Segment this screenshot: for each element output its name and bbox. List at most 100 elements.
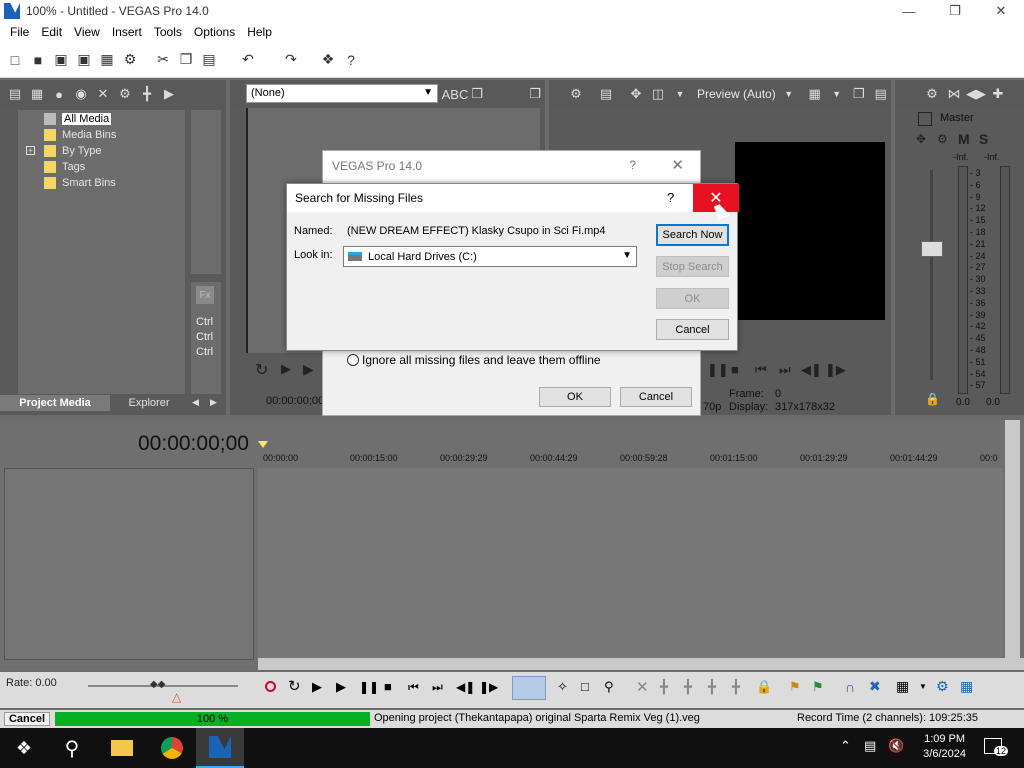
menu-tools[interactable]: Tools — [148, 25, 188, 39]
menu-edit[interactable]: Edit — [35, 25, 68, 39]
lock-icon[interactable]: 🔒 — [925, 392, 940, 406]
timeline-right-scrollbar[interactable] — [1005, 420, 1020, 660]
search-cancel-button[interactable]: Cancel — [656, 319, 729, 340]
new-icon[interactable]: □ — [6, 51, 24, 69]
record-icon[interactable] — [265, 681, 276, 692]
outer-ok-button[interactable]: OK — [539, 387, 611, 407]
dim-output-icon[interactable]: ◀▶ — [966, 85, 986, 103]
master-gear-icon[interactable]: ⚙ — [937, 132, 948, 146]
chevron-down-icon[interactable]: ▼ — [919, 682, 927, 691]
network-icon[interactable]: ▤ — [864, 738, 876, 754]
import-media-icon[interactable]: ▤ — [6, 85, 24, 103]
save-as-icon[interactable]: ▣ — [75, 51, 93, 69]
lookin-dropdown[interactable]: Local Hard Drives (C:) ▼ — [343, 246, 637, 267]
normal-edit-tool-icon[interactable] — [512, 676, 546, 700]
ignore-event-grouping-icon[interactable]: ▦ — [960, 678, 973, 695]
split-screen-icon[interactable]: ◫ — [649, 85, 667, 103]
dialog-close-icon[interactable]: ✕ — [671, 156, 684, 174]
outer-cancel-button[interactable]: Cancel — [620, 387, 692, 407]
search-now-button[interactable]: Search Now — [656, 224, 729, 246]
downmix-icon[interactable]: ⋈ — [945, 85, 963, 103]
capture-icon[interactable]: ▦ — [28, 85, 46, 103]
rate-slider-handle[interactable]: ◆◆ — [150, 679, 165, 690]
get-media-icon[interactable]: ● — [50, 85, 68, 103]
pause-icon[interactable]: ❚❚ — [707, 362, 729, 378]
ignore-missing-radio[interactable] — [347, 354, 359, 366]
snapping-magnet-icon[interactable]: ∩ — [845, 679, 855, 695]
prev-frame-icon[interactable]: ⏮ — [755, 362, 767, 378]
web-icon[interactable]: ◉ — [72, 85, 90, 103]
envelope-tool-icon[interactable]: ✧ — [557, 679, 568, 695]
preview-settings-gear-icon[interactable]: ⚙ — [567, 85, 585, 103]
dialog-help-button[interactable]: ? — [629, 158, 636, 172]
vegas-taskbar-icon[interactable] — [196, 728, 244, 768]
chrome-icon[interactable] — [148, 728, 196, 768]
step-back-icon[interactable]: ◀❚ — [801, 362, 822, 378]
stop-search-button[interactable]: Stop Search — [656, 256, 729, 277]
render-icon[interactable]: ▦ — [98, 51, 116, 69]
go-to-start-icon[interactable]: ⏮ — [408, 680, 419, 695]
master-pan-icon[interactable]: ✥ — [916, 132, 926, 146]
menu-insert[interactable]: Insert — [106, 25, 148, 39]
tab-scroll-left-icon[interactable]: ◀ — [192, 397, 199, 408]
expand-icon[interactable]: + — [26, 146, 35, 155]
trim-end-icon[interactable]: ╋ — [708, 679, 716, 695]
chevron-down-icon[interactable]: ▼ — [671, 85, 689, 103]
zoom-tool-icon[interactable]: ⚲ — [604, 679, 614, 695]
trim-start-icon[interactable]: ╋ — [684, 679, 692, 695]
master-settings-gear-icon[interactable]: ⚙ — [923, 85, 941, 103]
paste-icon[interactable]: ▤ — [200, 51, 218, 69]
lock-envelopes-icon[interactable]: ⚙ — [936, 678, 949, 695]
split-icon[interactable]: ╋ — [138, 85, 156, 103]
copy-icon[interactable]: ❐ — [177, 51, 195, 69]
status-cancel-button[interactable]: Cancel — [4, 712, 50, 726]
ripple-edit-icon[interactable]: ▦ — [896, 678, 909, 695]
auto-crossfade-icon[interactable]: ✖ — [869, 678, 881, 695]
search-ok-button[interactable]: OK — [656, 288, 729, 309]
selection-tool-icon[interactable]: □ — [581, 679, 589, 694]
region-icon[interactable]: ⚑ — [812, 679, 824, 695]
master-bus-fx-icon[interactable] — [918, 112, 932, 126]
overlays-grid-icon[interactable]: ▦ — [806, 85, 824, 103]
tab-explorer[interactable]: Explorer — [116, 395, 182, 411]
tree-item-media-bins[interactable]: Media Bins — [18, 127, 185, 143]
marker-icon[interactable]: ⚑ — [789, 679, 801, 695]
trimmer-tools-icon[interactable]: ❐ — [468, 85, 486, 103]
play-from-start-icon[interactable]: ▶ — [312, 679, 322, 695]
trim-icon[interactable]: ╋ — [660, 679, 668, 695]
open-icon[interactable]: ■ — [29, 51, 47, 69]
tree-item-smart-bins[interactable]: Smart Bins — [18, 175, 185, 191]
delete-icon[interactable]: ✕ — [94, 85, 112, 103]
timeline-horizontal-scrollbar[interactable] — [258, 658, 1024, 670]
copy-snapshot-icon[interactable]: ❐ — [850, 85, 868, 103]
next-frame-icon[interactable]: ⏭ — [779, 362, 791, 378]
redo-icon[interactable]: ↷ — [282, 51, 300, 69]
fx-icon[interactable]: Fx — [196, 286, 214, 304]
save-icon[interactable]: ▣ — [52, 51, 70, 69]
chevron-down-icon[interactable]: ▼ — [828, 85, 846, 103]
file-explorer-icon[interactable] — [98, 728, 146, 768]
stop-icon[interactable]: ■ — [384, 679, 392, 694]
search-dialog-help-button[interactable]: ? — [667, 190, 674, 205]
mute-button[interactable]: M — [958, 131, 970, 147]
lock-event-icon[interactable]: 🔒 — [756, 679, 772, 695]
play-icon[interactable]: ▶ — [336, 679, 346, 695]
trimmer-options-icon[interactable]: ❐ — [526, 85, 544, 103]
media-fx-icon[interactable]: ⚙ — [116, 85, 134, 103]
stop-icon[interactable]: ■ — [731, 362, 739, 377]
external-monitor-icon[interactable]: ▤ — [597, 85, 615, 103]
next-frame-icon[interactable]: ❚▶ — [479, 680, 498, 694]
trimmer-play-from-start-icon[interactable]: ▶ — [281, 361, 291, 377]
tree-item-tags[interactable]: Tags — [18, 159, 185, 175]
preview-quality-dropdown[interactable]: Preview (Auto) — [697, 87, 776, 101]
whats-this-help-icon[interactable]: ? — [342, 51, 360, 69]
menu-file[interactable]: File — [4, 25, 35, 39]
master-fader-handle[interactable] — [921, 241, 943, 257]
maximize-button[interactable]: ❐ — [932, 0, 978, 22]
properties-gear-icon[interactable]: ⚙ — [121, 51, 139, 69]
menu-help[interactable]: Help — [241, 25, 278, 39]
menu-view[interactable]: View — [68, 25, 106, 39]
trimmer-play-icon[interactable]: ▶ — [303, 361, 314, 378]
taskbar-clock[interactable]: 1:09 PM 3/6/2024 — [923, 732, 966, 762]
menu-options[interactable]: Options — [188, 25, 241, 39]
